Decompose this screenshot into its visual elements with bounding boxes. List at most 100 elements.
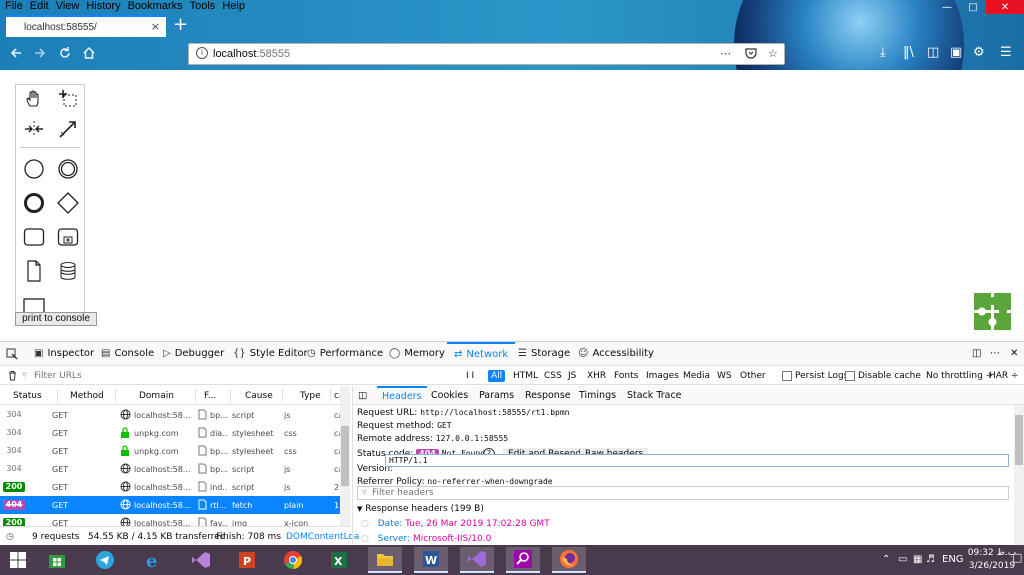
taskbar-word-icon[interactable]: W [414,547,448,573]
element-picker-button[interactable] [6,342,18,365]
tab-network[interactable]: ⇄ Network [447,342,516,365]
devtools-close-icon[interactable]: ✕ [1010,342,1018,365]
table-row[interactable]: 200 GET localhost:58... ind... script js 2. [0,478,342,496]
tray-device-icon[interactable]: ▭ [898,554,907,565]
tab-console[interactable]: ▤ Console [101,342,154,365]
table-row[interactable]: 304GETlocalhost:58...bp...scriptjsca [0,460,342,478]
taskbar-search-app-icon[interactable] [506,547,540,573]
tab-memory[interactable]: ◯ Memory [389,342,445,365]
filter-images[interactable]: Images [643,370,682,382]
tray-expand-icon[interactable]: ⌃ [882,554,890,565]
lasso-tool-icon[interactable] [56,87,80,111]
data-object-icon[interactable] [22,259,46,283]
menu-help[interactable]: Help [222,0,245,13]
library-icon[interactable]: ‖\ [903,45,914,60]
start-button[interactable] [0,547,36,573]
col-status[interactable]: Status [13,391,42,401]
tab-debugger[interactable]: ▷ Debugger [163,342,224,365]
menu-edit[interactable]: Edit [30,0,49,13]
site-info-icon[interactable]: i [196,47,208,59]
subprocess-icon[interactable] [56,225,80,249]
col-type[interactable]: Type [300,391,321,401]
col-method[interactable]: Method [70,391,104,401]
tray-volume-icon[interactable]: ♬ [926,554,935,565]
version-field[interactable]: HTTP/1.1 [385,454,1009,467]
tab-accessibility[interactable]: ☺ Accessibility [578,342,654,365]
menu-hamburger-icon[interactable]: ☰ [1000,45,1012,60]
throttling-select[interactable]: No throttling ÷ [926,371,993,381]
table-row[interactable]: 304GETlocalhost:58...bp...scriptjsca [0,406,342,424]
dock-side-icon[interactable]: ◫ [972,342,981,365]
col-cause[interactable]: Cause [245,391,273,401]
tab-storage[interactable]: ☰ Storage [518,342,570,365]
tab-performance[interactable]: ◷ Performance [307,342,383,365]
tab-style-editor[interactable]: {} Style Editor [233,342,308,365]
taskbar-chrome-icon[interactable] [276,547,310,573]
browser-tab[interactable]: localhost:58555/ × [6,15,166,37]
taskbar-visual-studio-icon[interactable] [184,547,218,573]
devtools-menu-icon[interactable]: ⋯ [990,342,1000,365]
global-connect-tool-icon[interactable] [56,117,80,141]
tab-timings[interactable]: Timings [579,386,616,405]
close-window-button[interactable]: ✕ [986,0,1024,14]
tab-response[interactable]: Response [525,386,571,405]
tab-headers[interactable]: Headers [377,386,427,405]
tray-network-icon[interactable]: ▦ [913,554,922,565]
tab-inspector[interactable]: ▣ Inspector [34,342,94,365]
scrollbar-thumb[interactable] [1015,415,1023,465]
pause-button[interactable]: I I [466,371,474,381]
clear-trash-icon[interactable] [7,370,18,384]
menu-history[interactable]: History [86,0,120,13]
filter-css[interactable]: CSS [541,370,565,382]
col-domain[interactable]: Domain [139,391,174,401]
scrollbar-thumb[interactable] [341,426,349,486]
tab-cookies[interactable]: Cookies [431,386,468,405]
task-icon[interactable] [22,225,46,249]
gateway-icon[interactable] [56,191,80,215]
tab-close-icon[interactable]: × [151,20,160,33]
taskbar-excel-icon[interactable]: X [322,547,356,573]
settings-gear-icon[interactable]: ⚙ [973,45,985,60]
filter-html[interactable]: HTML [510,370,541,382]
page-actions-icon[interactable]: ⋯ [720,47,731,60]
tab-params[interactable]: Params [479,386,514,405]
table-row[interactable]: 304GETunpkg.combp...stylesheetcssca [0,442,342,460]
tab-stack-trace[interactable]: Stack Trace [627,386,682,405]
taskbar-telegram-icon[interactable] [88,547,122,573]
action-center-icon[interactable]: □ [1012,551,1022,564]
filter-all[interactable]: All [488,370,506,382]
back-button[interactable] [6,43,26,63]
table-row[interactable]: 200 GET localhost:58... fav... img x-icon [0,514,340,526]
taskbar-store-icon[interactable] [40,547,74,573]
col-file[interactable]: F... [204,391,216,401]
persist-logs-checkbox[interactable] [782,371,792,381]
intermediate-event-icon[interactable] [56,157,80,181]
disable-cache-checkbox[interactable] [845,371,855,381]
menu-file[interactable]: File [5,0,23,13]
keyboard-language[interactable]: ENG [942,554,964,565]
menu-view[interactable]: View [56,0,80,13]
hand-tool-icon[interactable] [22,87,46,111]
taskbar-vs-code-icon[interactable] [460,547,494,573]
space-tool-icon[interactable] [22,117,46,141]
filter-media[interactable]: Media [680,370,713,382]
table-row[interactable]: 304GETunpkg.comdia...stylesheetcssca [0,424,342,442]
response-headers-section[interactable]: ▼ Response headers (199 B) [357,504,484,514]
toggle-sidebar-icon[interactable]: ◫ [358,386,367,405]
maximize-button[interactable]: □ [960,0,986,14]
new-tab-button[interactable]: + [173,14,188,35]
menu-bookmarks[interactable]: Bookmarks [128,0,183,13]
sidebar-icon[interactable]: ◫ [927,45,939,60]
print-to-console-button[interactable]: print to console [15,312,97,326]
taskbar-powerpoint-icon[interactable]: P [230,547,264,573]
filter-js[interactable]: JS [565,370,579,382]
filter-urls-input[interactable]: Filter URLs [34,371,82,381]
filter-headers-input[interactable]: ▿ Filter headers [357,486,1009,500]
filter-fonts[interactable]: Fonts [611,370,641,382]
reload-button[interactable] [55,43,75,63]
taskbar-firefox-icon[interactable] [552,547,586,573]
downloads-icon[interactable]: ⤓ [880,45,886,60]
filter-xhr[interactable]: XHR [584,370,609,382]
menu-tools[interactable]: Tools [190,0,216,13]
details-scrollbar[interactable] [1014,405,1024,546]
